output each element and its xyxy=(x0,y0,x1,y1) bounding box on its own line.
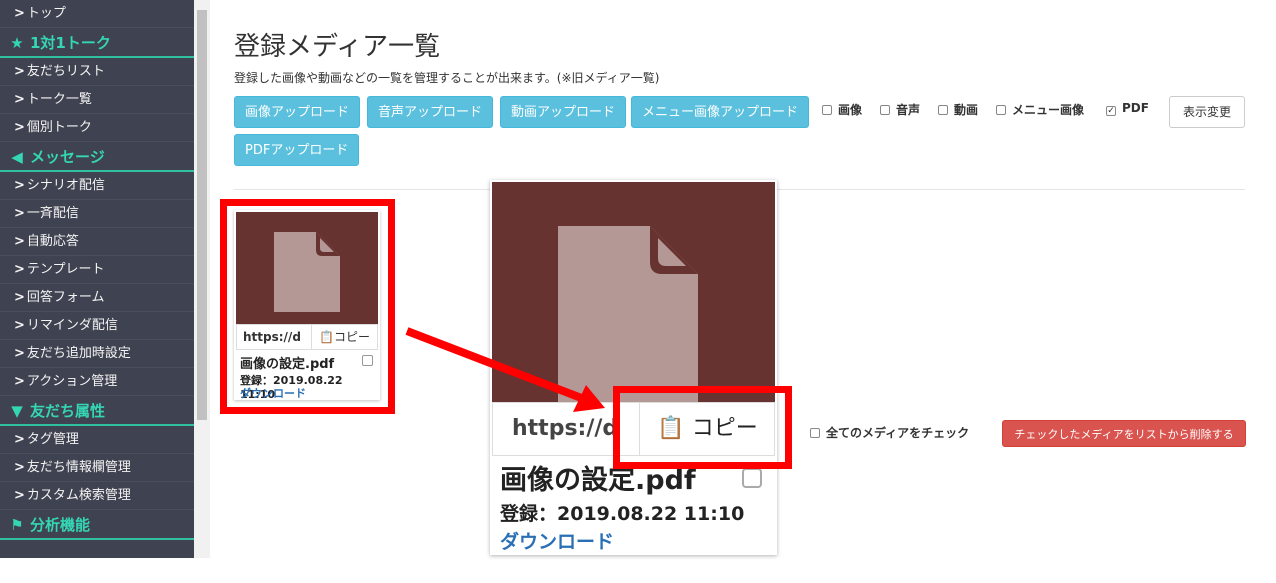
sidebar-item-label: 個別トーク xyxy=(26,120,92,135)
chevron-right-icon: > xyxy=(14,262,25,277)
download-link-zoom[interactable]: ダウンロード xyxy=(500,527,614,554)
sidebar: > トップ ★ 1対1トーク > 友だちリスト > トーク一覧 > 個別トーク ◀ メッセージ > シナリ… xyxy=(0,0,194,558)
chevron-right-icon: > xyxy=(14,234,25,249)
sidebar-item-label: 一斉配信 xyxy=(26,206,79,221)
sidebar-item-12[interactable]: > 友だち追加時設定 xyxy=(0,340,194,368)
chevron-right-icon: > xyxy=(14,432,25,447)
sidebar-item-15[interactable]: > タグ管理 xyxy=(0,426,194,454)
check-all-media[interactable]: 全てのメディアをチェック xyxy=(810,424,969,441)
filter-image-label: 画像 xyxy=(838,103,863,117)
filter-menu-image-label: メニュー画像 xyxy=(1012,103,1085,117)
sidebar-section-label: メッセージ xyxy=(30,148,105,166)
file-icon-zoom xyxy=(558,226,698,402)
annotation-highlight-copy xyxy=(613,386,792,469)
pdf-thumbnail-zoom[interactable] xyxy=(492,182,775,402)
pdf-upload-button[interactable]: PDFアップロード xyxy=(234,134,360,166)
sidebar-item-9[interactable]: > テンプレート xyxy=(0,256,194,284)
sidebar-item-2[interactable]: > 友だちリスト xyxy=(0,58,194,86)
chevron-right-icon: > xyxy=(14,178,25,193)
sidebar-scrollbar[interactable] xyxy=(194,0,210,558)
sidebar-item-label: リマインダ配信 xyxy=(26,318,118,333)
sidebar-item-7[interactable]: > 一斉配信 xyxy=(0,200,194,228)
delete-checked-button[interactable]: チェックしたメディアをリストから削除する xyxy=(1002,420,1246,447)
media-select-checkbox-zoom[interactable] xyxy=(742,468,762,488)
sidebar-section-18[interactable]: ⚑ 分析機能 xyxy=(0,510,194,540)
chevron-right-icon: > xyxy=(14,6,25,21)
media-url-field-zoom[interactable]: https://d xyxy=(512,416,618,441)
sidebar-item-8[interactable]: > 自動応答 xyxy=(0,228,194,256)
filter-audio[interactable]: 音声 xyxy=(880,101,920,118)
sidebar-item-label: アクション管理 xyxy=(26,374,118,389)
sidebar-section-label: 友だち属性 xyxy=(30,402,106,420)
megaphone-icon: ◀ xyxy=(11,148,23,166)
filter-video-checkbox[interactable] xyxy=(938,105,948,115)
sidebar-item-6[interactable]: > シナリオ配信 xyxy=(0,172,194,200)
sidebar-section-14[interactable]: ▼ 友だち属性 xyxy=(0,396,194,426)
sidebar-section-1[interactable]: ★ 1対1トーク xyxy=(0,28,194,58)
media-card-zoom: https://d 📋 コピー 画像の設定.pdf 登録：2019.08.22 … xyxy=(490,180,777,555)
sidebar-item-label: トーク一覧 xyxy=(26,92,92,107)
sidebar-section-5[interactable]: ◀ メッセージ xyxy=(0,142,194,172)
sidebar-item-label: 友だち情報欄管理 xyxy=(26,460,131,475)
sidebar-section-label: 分析機能 xyxy=(30,516,91,534)
filter-video-label: 動画 xyxy=(954,103,979,117)
chevron-right-icon: > xyxy=(14,92,25,107)
page-title: 登録メディア一覧 xyxy=(234,32,441,62)
check-all-label: 全てのメディアをチェック xyxy=(826,426,970,440)
page-description: 登録した画像や動画などの一覧を管理することが出来ます。(※旧メディア一覧) xyxy=(234,71,660,85)
chevron-right-icon: > xyxy=(14,318,25,333)
chevron-right-icon: > xyxy=(14,64,25,79)
sidebar-item-label: 回答フォーム xyxy=(26,290,105,305)
chevron-right-icon: > xyxy=(14,206,25,221)
flag-icon: ⚑ xyxy=(10,516,24,534)
filter-audio-checkbox[interactable] xyxy=(880,105,890,115)
filter-pdf[interactable]: ✓ PDF xyxy=(1106,101,1149,116)
sidebar-item-4[interactable]: > 個別トーク xyxy=(0,114,194,142)
sidebar-item-3[interactable]: > トーク一覧 xyxy=(0,86,194,114)
chevron-right-icon: > xyxy=(14,290,25,305)
filter-audio-label: 音声 xyxy=(896,103,921,117)
check-all-checkbox[interactable] xyxy=(810,428,820,438)
sidebar-item-label: 自動応答 xyxy=(26,234,79,249)
sidebar-item-label: トップ xyxy=(26,6,66,21)
display-change-button[interactable]: 表示変更 xyxy=(1169,96,1245,128)
audio-upload-button[interactable]: 音声アップロード xyxy=(367,96,494,128)
sidebar-item-label: タグ管理 xyxy=(26,432,79,447)
sidebar-item-label: 友だちリスト xyxy=(26,64,105,79)
chevron-right-icon: > xyxy=(14,120,25,135)
sidebar-item-label: 友だち追加時設定 xyxy=(26,346,131,361)
video-upload-button[interactable]: 動画アップロード xyxy=(500,96,627,128)
sidebar-item-0[interactable]: > トップ xyxy=(0,0,194,28)
star-icon: ★ xyxy=(10,34,24,52)
sidebar-item-label: シナリオ配信 xyxy=(26,178,105,193)
chevron-right-icon: > xyxy=(14,346,25,361)
sidebar-item-10[interactable]: > 回答フォーム xyxy=(0,284,194,312)
filter-image[interactable]: 画像 xyxy=(822,101,862,118)
media-registered-date-zoom: 登録：2019.08.22 11:10 xyxy=(500,503,745,525)
scrollbar-thumb[interactable] xyxy=(197,10,207,420)
sidebar-section-label: 1対1トーク xyxy=(30,34,111,52)
annotation-highlight-card xyxy=(220,199,395,414)
sidebar-item-11[interactable]: > リマインダ配信 xyxy=(0,312,194,340)
menu-image-upload-button[interactable]: メニュー画像アップロード xyxy=(631,96,810,128)
sidebar-item-label: カスタム検索管理 xyxy=(26,488,131,503)
filter-icon: ▼ xyxy=(11,402,23,420)
filter-pdf-checkbox[interactable]: ✓ xyxy=(1106,106,1116,116)
filter-pdf-label: PDF xyxy=(1122,101,1149,115)
chevron-right-icon: > xyxy=(14,460,25,475)
image-upload-button[interactable]: 画像アップロード xyxy=(234,96,361,128)
chevron-right-icon: > xyxy=(14,374,25,389)
filter-menu-image[interactable]: メニュー画像 xyxy=(996,101,1084,118)
sidebar-item-label: テンプレート xyxy=(26,262,105,277)
filter-image-checkbox[interactable] xyxy=(822,105,832,115)
filter-video[interactable]: 動画 xyxy=(938,101,978,118)
filter-menu-image-checkbox[interactable] xyxy=(996,105,1006,115)
chevron-right-icon: > xyxy=(14,488,25,503)
sidebar-item-13[interactable]: > アクション管理 xyxy=(0,368,194,396)
sidebar-item-16[interactable]: > 友だち情報欄管理 xyxy=(0,454,194,482)
sidebar-item-17[interactable]: > カスタム検索管理 xyxy=(0,482,194,510)
